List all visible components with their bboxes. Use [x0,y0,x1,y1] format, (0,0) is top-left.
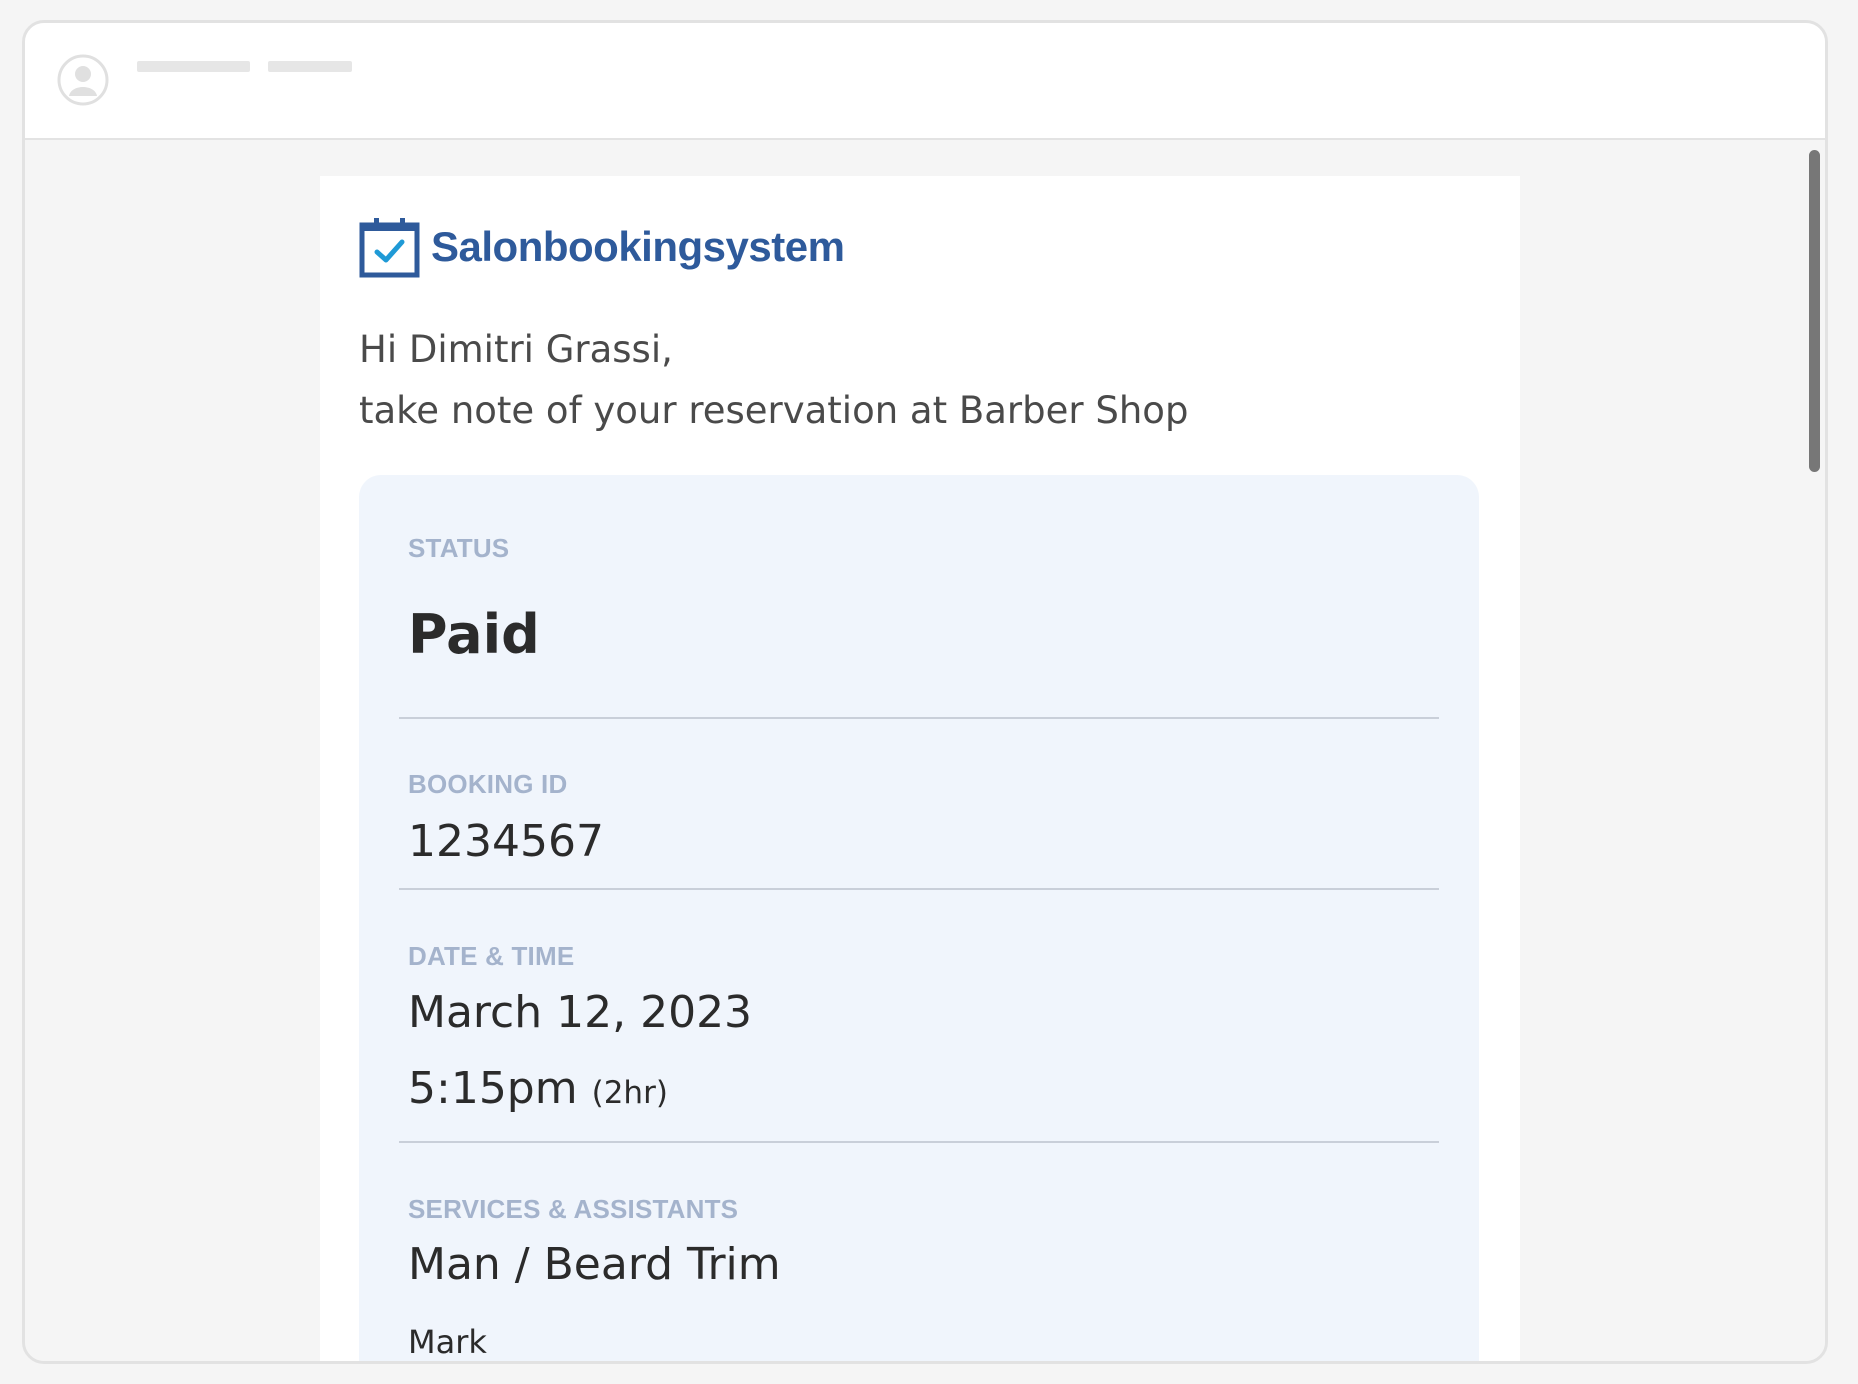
services-label: SERVICES & ASSISTANTS [408,1194,739,1224]
email-viewport[interactable]: Salonbookingsystem Hi Dimitri Grassi, ta… [25,140,1825,1361]
time-text: 5:15pm [408,1063,578,1114]
service-value: Man / Beard Trim [408,1239,781,1290]
email-body: Salonbookingsystem Hi Dimitri Grassi, ta… [320,176,1520,1361]
calendar-check-icon [359,218,420,278]
divider [399,717,1439,719]
greeting-subline: take note of your reservation at Barber … [359,389,1189,432]
booking-details-card: STATUS Paid BOOKING ID 1234567 DATE & TI… [359,475,1479,1361]
divider [399,1141,1439,1143]
brand-logo: Salonbookingsystem [359,215,845,279]
assistant-value: Mark [408,1323,487,1361]
divider [399,888,1439,890]
time-value: 5:15pm (2hr) [408,1063,668,1114]
duration-text: (2hr) [591,1075,668,1111]
user-avatar-icon [57,54,109,106]
greeting: Hi Dimitri Grassi, take note of your res… [359,319,1188,441]
date-value: March 12, 2023 [408,987,753,1038]
email-header-bar [25,23,1825,140]
email-preview-window: Salonbookingsystem Hi Dimitri Grassi, ta… [22,20,1828,1364]
status-value: Paid [408,603,540,666]
brand-name: Salonbookingsystem [431,223,845,270]
status-label: STATUS [408,533,510,563]
booking-id-label: BOOKING ID [408,769,568,799]
scrollbar-thumb[interactable] [1809,150,1820,472]
date-time-label: DATE & TIME [408,941,575,971]
sender-placeholder [137,61,250,72]
subject-placeholder [268,61,352,72]
greeting-line: Hi Dimitri Grassi, [359,328,673,371]
booking-id-value: 1234567 [408,816,604,867]
